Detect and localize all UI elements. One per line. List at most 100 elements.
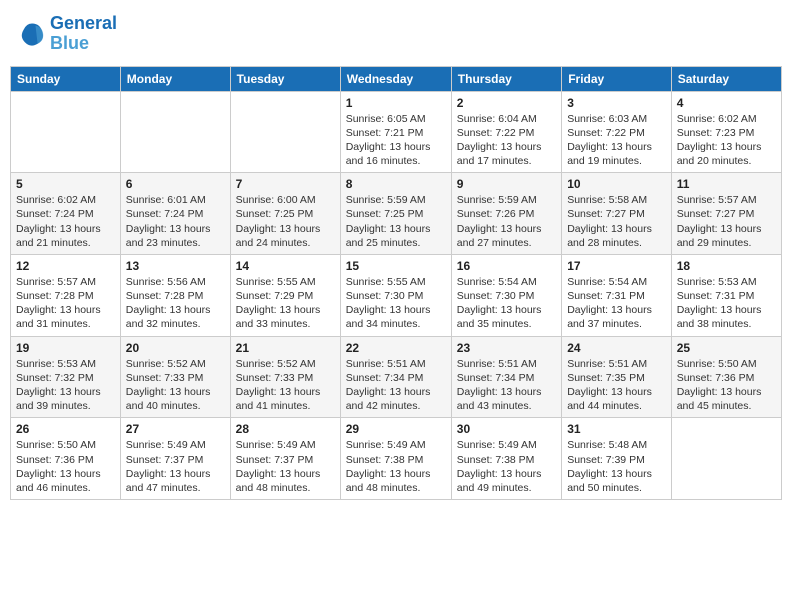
- day-number: 22: [346, 341, 446, 355]
- day-number: 9: [457, 177, 556, 191]
- weekday-header-row: SundayMondayTuesdayWednesdayThursdayFrid…: [11, 66, 782, 91]
- day-number: 5: [16, 177, 115, 191]
- day-number: 30: [457, 422, 556, 436]
- calendar-cell: 22 Sunrise: 5:51 AMSunset: 7:34 PMDayligh…: [340, 336, 451, 418]
- day-info: Sunrise: 5:53 AMSunset: 7:31 PMDaylight:…: [677, 275, 776, 332]
- weekday-header-sunday: Sunday: [11, 66, 121, 91]
- day-number: 31: [567, 422, 666, 436]
- calendar-cell: 5 Sunrise: 6:02 AMSunset: 7:24 PMDaylight…: [11, 173, 121, 255]
- weekday-header-friday: Friday: [562, 66, 672, 91]
- calendar-cell: 28 Sunrise: 5:49 AMSunset: 7:37 PMDayligh…: [230, 418, 340, 500]
- weekday-header-wednesday: Wednesday: [340, 66, 451, 91]
- day-info: Sunrise: 5:51 AMSunset: 7:35 PMDaylight:…: [567, 357, 666, 414]
- weekday-header-tuesday: Tuesday: [230, 66, 340, 91]
- day-info: Sunrise: 5:52 AMSunset: 7:33 PMDaylight:…: [126, 357, 225, 414]
- day-number: 18: [677, 259, 776, 273]
- day-number: 27: [126, 422, 225, 436]
- calendar-cell: 6 Sunrise: 6:01 AMSunset: 7:24 PMDaylight…: [120, 173, 230, 255]
- day-info: Sunrise: 5:55 AMSunset: 7:29 PMDaylight:…: [236, 275, 335, 332]
- logo-icon: [18, 20, 46, 48]
- week-row-1: 1Sunrise: 6:05 AMSunset: 7:21 PMDaylight…: [11, 91, 782, 173]
- calendar-cell: [120, 91, 230, 173]
- day-info: Sunrise: 5:53 AMSunset: 7:32 PMDaylight:…: [16, 357, 115, 414]
- day-info: Sunrise: 6:02 AMSunset: 7:23 PMDaylight:…: [677, 112, 776, 169]
- calendar-cell: 27 Sunrise: 5:49 AMSunset: 7:37 PMDayligh…: [120, 418, 230, 500]
- day-info: Sunrise: 5:59 AMSunset: 7:25 PMDaylight:…: [346, 193, 446, 250]
- weekday-header-monday: Monday: [120, 66, 230, 91]
- calendar-cell: 2Sunrise: 6:04 AMSunset: 7:22 PMDaylight…: [451, 91, 561, 173]
- calendar-cell: 8 Sunrise: 5:59 AMSunset: 7:25 PMDaylight…: [340, 173, 451, 255]
- day-info: Sunrise: 5:49 AMSunset: 7:37 PMDaylight:…: [236, 438, 335, 495]
- day-number: 17: [567, 259, 666, 273]
- weekday-header-thursday: Thursday: [451, 66, 561, 91]
- day-number: 21: [236, 341, 335, 355]
- week-row-2: 5 Sunrise: 6:02 AMSunset: 7:24 PMDaylight…: [11, 173, 782, 255]
- calendar-cell: 29Sunrise: 5:49 AMSunset: 7:38 PMDayligh…: [340, 418, 451, 500]
- day-info: Sunrise: 6:02 AMSunset: 7:24 PMDaylight:…: [16, 193, 115, 250]
- day-info: Sunrise: 5:48 AMSunset: 7:39 PMDaylight:…: [567, 438, 666, 495]
- calendar-cell: 21 Sunrise: 5:52 AMSunset: 7:33 PMDayligh…: [230, 336, 340, 418]
- day-number: 19: [16, 341, 115, 355]
- day-number: 4: [677, 96, 776, 110]
- calendar-cell: 14 Sunrise: 5:55 AMSunset: 7:29 PMDayligh…: [230, 254, 340, 336]
- calendar-cell: [230, 91, 340, 173]
- day-number: 3: [567, 96, 666, 110]
- calendar-cell: 1Sunrise: 6:05 AMSunset: 7:21 PMDaylight…: [340, 91, 451, 173]
- day-info: Sunrise: 6:03 AMSunset: 7:22 PMDaylight:…: [567, 112, 666, 169]
- day-info: Sunrise: 5:54 AMSunset: 7:30 PMDaylight:…: [457, 275, 556, 332]
- day-info: Sunrise: 5:57 AMSunset: 7:27 PMDaylight:…: [677, 193, 776, 250]
- day-number: 24: [567, 341, 666, 355]
- calendar-cell: 15Sunrise: 5:55 AMSunset: 7:30 PMDayligh…: [340, 254, 451, 336]
- day-info: Sunrise: 5:50 AMSunset: 7:36 PMDaylight:…: [677, 357, 776, 414]
- day-number: 26: [16, 422, 115, 436]
- day-info: Sunrise: 6:04 AMSunset: 7:22 PMDaylight:…: [457, 112, 556, 169]
- day-number: 7: [236, 177, 335, 191]
- logo: General Blue: [18, 14, 117, 54]
- day-info: Sunrise: 5:49 AMSunset: 7:37 PMDaylight:…: [126, 438, 225, 495]
- day-info: Sunrise: 6:05 AMSunset: 7:21 PMDaylight:…: [346, 112, 446, 169]
- day-number: 11: [677, 177, 776, 191]
- calendar-cell: 26 Sunrise: 5:50 AMSunset: 7:36 PMDayligh…: [11, 418, 121, 500]
- day-info: Sunrise: 5:57 AMSunset: 7:28 PMDaylight:…: [16, 275, 115, 332]
- day-info: Sunrise: 5:51 AMSunset: 7:34 PMDaylight:…: [346, 357, 446, 414]
- calendar-cell: 23Sunrise: 5:51 AMSunset: 7:34 PMDayligh…: [451, 336, 561, 418]
- calendar-cell: 7 Sunrise: 6:00 AMSunset: 7:25 PMDaylight…: [230, 173, 340, 255]
- calendar-cell: 10 Sunrise: 5:58 AMSunset: 7:27 PMDayligh…: [562, 173, 672, 255]
- calendar-table: SundayMondayTuesdayWednesdayThursdayFrid…: [10, 66, 782, 500]
- day-info: Sunrise: 5:50 AMSunset: 7:36 PMDaylight:…: [16, 438, 115, 495]
- day-info: Sunrise: 5:52 AMSunset: 7:33 PMDaylight:…: [236, 357, 335, 414]
- day-info: Sunrise: 6:01 AMSunset: 7:24 PMDaylight:…: [126, 193, 225, 250]
- calendar-cell: 19 Sunrise: 5:53 AMSunset: 7:32 PMDayligh…: [11, 336, 121, 418]
- day-number: 14: [236, 259, 335, 273]
- day-info: Sunrise: 5:58 AMSunset: 7:27 PMDaylight:…: [567, 193, 666, 250]
- day-info: Sunrise: 5:59 AMSunset: 7:26 PMDaylight:…: [457, 193, 556, 250]
- calendar-cell: 4 Sunrise: 6:02 AMSunset: 7:23 PMDaylight…: [671, 91, 781, 173]
- day-number: 25: [677, 341, 776, 355]
- day-number: 6: [126, 177, 225, 191]
- day-number: 29: [346, 422, 446, 436]
- day-number: 23: [457, 341, 556, 355]
- day-info: Sunrise: 5:49 AMSunset: 7:38 PMDaylight:…: [457, 438, 556, 495]
- day-number: 8: [346, 177, 446, 191]
- calendar-cell: 25 Sunrise: 5:50 AMSunset: 7:36 PMDayligh…: [671, 336, 781, 418]
- day-number: 28: [236, 422, 335, 436]
- calendar-cell: 31 Sunrise: 5:48 AMSunset: 7:39 PMDayligh…: [562, 418, 672, 500]
- day-number: 13: [126, 259, 225, 273]
- week-row-4: 19 Sunrise: 5:53 AMSunset: 7:32 PMDayligh…: [11, 336, 782, 418]
- calendar-cell: [11, 91, 121, 173]
- calendar-cell: 16 Sunrise: 5:54 AMSunset: 7:30 PMDayligh…: [451, 254, 561, 336]
- day-info: Sunrise: 6:00 AMSunset: 7:25 PMDaylight:…: [236, 193, 335, 250]
- calendar-cell: 12Sunrise: 5:57 AMSunset: 7:28 PMDayligh…: [11, 254, 121, 336]
- day-info: Sunrise: 5:56 AMSunset: 7:28 PMDaylight:…: [126, 275, 225, 332]
- weekday-header-saturday: Saturday: [671, 66, 781, 91]
- calendar-cell: 11 Sunrise: 5:57 AMSunset: 7:27 PMDayligh…: [671, 173, 781, 255]
- day-info: Sunrise: 5:55 AMSunset: 7:30 PMDaylight:…: [346, 275, 446, 332]
- day-info: Sunrise: 5:54 AMSunset: 7:31 PMDaylight:…: [567, 275, 666, 332]
- calendar-cell: 18 Sunrise: 5:53 AMSunset: 7:31 PMDayligh…: [671, 254, 781, 336]
- day-number: 10: [567, 177, 666, 191]
- calendar-cell: 3 Sunrise: 6:03 AMSunset: 7:22 PMDaylight…: [562, 91, 672, 173]
- week-row-5: 26 Sunrise: 5:50 AMSunset: 7:36 PMDayligh…: [11, 418, 782, 500]
- logo-text: General Blue: [50, 14, 117, 54]
- day-number: 16: [457, 259, 556, 273]
- day-number: 20: [126, 341, 225, 355]
